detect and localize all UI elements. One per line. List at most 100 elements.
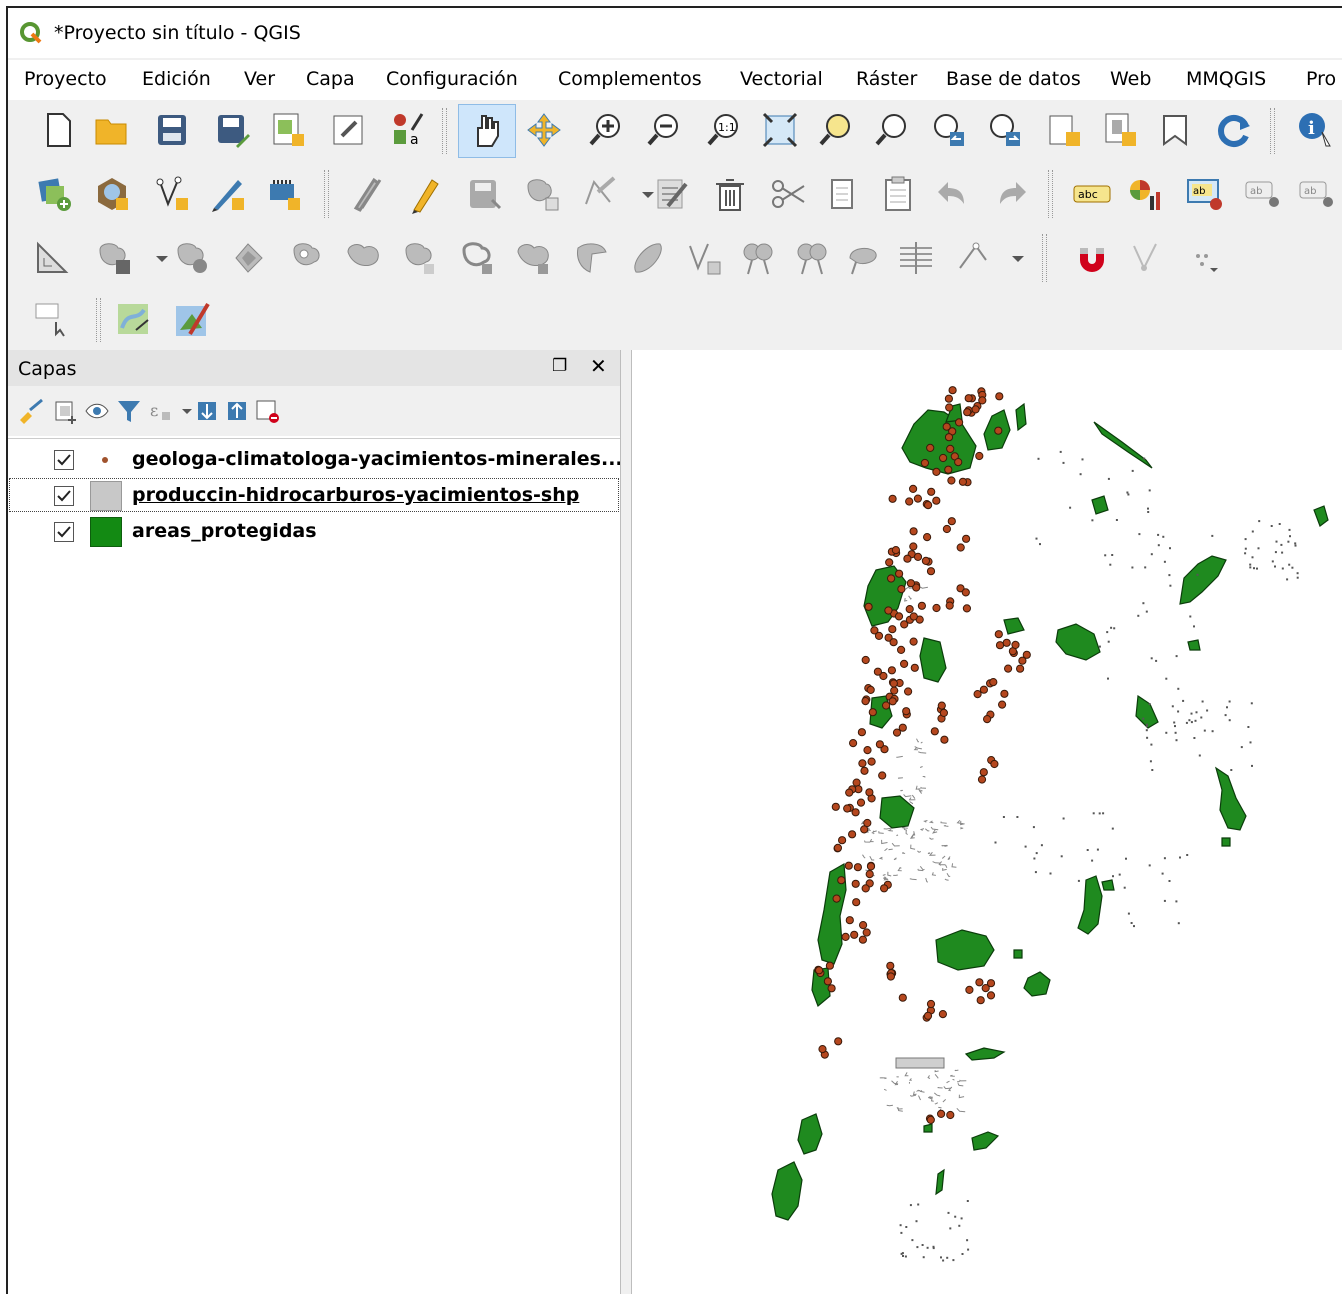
menu-base-de-datos[interactable]: Base de datos (946, 68, 1081, 90)
advanced-digitizing-panel-icon[interactable] (32, 238, 72, 278)
offset-point-symbol-icon[interactable] (844, 238, 884, 278)
fill-symbol-icon (90, 481, 122, 511)
undo-icon[interactable] (934, 174, 974, 214)
layout-manager-icon[interactable] (328, 110, 368, 150)
menu-ver[interactable]: Ver (244, 68, 275, 90)
panel-splitter[interactable] (620, 350, 632, 1294)
refresh-icon[interactable] (1214, 110, 1254, 150)
menu-vectorial[interactable]: Vectorial (740, 68, 823, 90)
layer-visibility-checkbox[interactable] (54, 486, 74, 506)
remove-layer-icon[interactable] (254, 398, 280, 424)
scale-features-icon[interactable] (792, 238, 832, 278)
data-source-manager-icon[interactable] (34, 174, 74, 214)
delete-selected-icon[interactable] (710, 174, 750, 214)
pan-to-selection-icon[interactable] (524, 110, 564, 150)
menu-capa[interactable]: Capa (306, 68, 355, 90)
add-part-icon[interactable] (172, 238, 212, 278)
identify-features-icon[interactable]: i (1296, 110, 1336, 150)
trim-extend-dropdown-icon[interactable] (998, 238, 1038, 278)
close-panel-icon[interactable]: ✕ (590, 354, 607, 378)
copy-features-icon[interactable] (822, 174, 862, 214)
vertex-tool-icon[interactable] (580, 174, 620, 214)
show-hide-labels-icon[interactable]: ab (1298, 174, 1338, 214)
new-geopackage-layer-icon[interactable] (92, 174, 132, 214)
select-by-location-icon[interactable] (32, 300, 72, 340)
save-as-icon[interactable] (212, 110, 252, 150)
manage-visibility-icon[interactable] (84, 398, 110, 424)
simplify-features-icon[interactable] (684, 238, 724, 278)
pan-map-icon[interactable] (466, 110, 506, 150)
delete-part-icon[interactable] (344, 238, 384, 278)
highlight-pinned-labels-icon[interactable]: ab (1186, 174, 1226, 214)
new-bookmark-icon[interactable] (1156, 110, 1196, 150)
trim-extend-icon[interactable] (952, 238, 992, 278)
new-shapefile-layer-icon[interactable] (152, 174, 192, 214)
new-temporary-layer-icon[interactable] (208, 174, 248, 214)
zoom-next-icon[interactable] (984, 110, 1024, 150)
filter-by-expression-icon[interactable]: ε (148, 398, 174, 424)
menu-complementos[interactable]: Complementos (558, 68, 702, 90)
layer-item-selected[interactable]: produccin-hidrocarburos-yacimientos-shp (8, 477, 620, 513)
snapping-tolerance-icon[interactable] (1184, 238, 1224, 278)
float-panel-icon[interactable]: ❐ (552, 356, 567, 376)
menu-web[interactable]: Web (1110, 68, 1151, 90)
menu-mmqgis[interactable]: MMQGIS (1186, 68, 1266, 90)
zoom-native-icon[interactable]: 1:1 (704, 110, 744, 150)
style-manager-icon[interactable]: a (388, 110, 428, 150)
zoom-in-icon[interactable] (586, 110, 626, 150)
add-group-icon[interactable] (52, 398, 78, 424)
layer-visibility-checkbox[interactable] (54, 522, 74, 542)
zoom-full-icon[interactable] (760, 110, 800, 150)
rotate-features-icon[interactable] (738, 238, 778, 278)
delete-ring-icon[interactable] (288, 238, 328, 278)
paste-features-icon[interactable] (878, 174, 918, 214)
menu-configuracion[interactable]: Configuración (386, 68, 518, 90)
cut-features-icon[interactable] (768, 174, 808, 214)
pin-labels-icon[interactable]: ab (1244, 174, 1284, 214)
filter-legend-icon[interactable] (116, 398, 142, 424)
split-parts-icon[interactable] (572, 238, 612, 278)
layer-visibility-checkbox[interactable] (54, 450, 74, 470)
svg-text:abc: abc (1078, 188, 1098, 201)
snapping-magnet-icon[interactable] (1072, 238, 1112, 278)
new-print-layout-icon[interactable] (268, 110, 308, 150)
snapping-vertex-icon[interactable] (1126, 238, 1166, 278)
add-feature-icon[interactable] (522, 174, 562, 214)
new-project-icon[interactable] (38, 110, 78, 150)
save-project-icon[interactable] (152, 110, 192, 150)
current-edits-icon[interactable] (348, 174, 388, 214)
open-project-icon[interactable] (92, 110, 132, 150)
menu-procesos[interactable]: Pro (1306, 68, 1336, 90)
diagram-options-icon[interactable] (1126, 174, 1166, 214)
georef-edit-icon[interactable] (172, 300, 212, 340)
collapse-all-icon[interactable] (224, 398, 250, 424)
zoom-to-selection-icon[interactable] (816, 110, 856, 150)
fill-ring-icon[interactable] (228, 238, 268, 278)
layer-item[interactable]: areas_protegidas (8, 513, 620, 549)
zoom-last-icon[interactable] (928, 110, 968, 150)
map-canvas[interactable] (632, 350, 1342, 1294)
redo-icon[interactable] (990, 174, 1030, 214)
reverse-line-icon[interactable] (896, 238, 936, 278)
merge-features-icon[interactable] (628, 238, 668, 278)
zoom-out-icon[interactable] (644, 110, 684, 150)
add-ring-icon[interactable] (94, 238, 134, 278)
zoom-to-layer-icon[interactable] (872, 110, 912, 150)
menu-edicion[interactable]: Edición (142, 68, 211, 90)
menu-proyecto[interactable]: Proyecto (24, 68, 107, 90)
open-layer-styling-icon[interactable] (18, 398, 44, 424)
expand-all-icon[interactable] (194, 398, 220, 424)
new-map-view-icon[interactable] (1044, 110, 1084, 150)
toggle-editing-icon[interactable] (404, 174, 444, 214)
new-3d-map-view-icon[interactable] (1100, 110, 1140, 150)
layer-item[interactable]: geologa-climatologa-yacimientos-minerale… (8, 441, 620, 477)
modify-attributes-icon[interactable] (652, 174, 692, 214)
offset-curve-icon[interactable] (458, 238, 498, 278)
label-toolbar-icon[interactable]: abc (1072, 174, 1112, 214)
reshape-features-icon[interactable] (400, 238, 440, 278)
save-layer-edits-icon[interactable] (464, 174, 504, 214)
split-features-icon[interactable] (514, 238, 554, 278)
georeferencer-icon[interactable] (114, 300, 154, 340)
menu-raster[interactable]: Ráster (856, 68, 917, 90)
new-virtual-layer-icon[interactable] (264, 174, 304, 214)
